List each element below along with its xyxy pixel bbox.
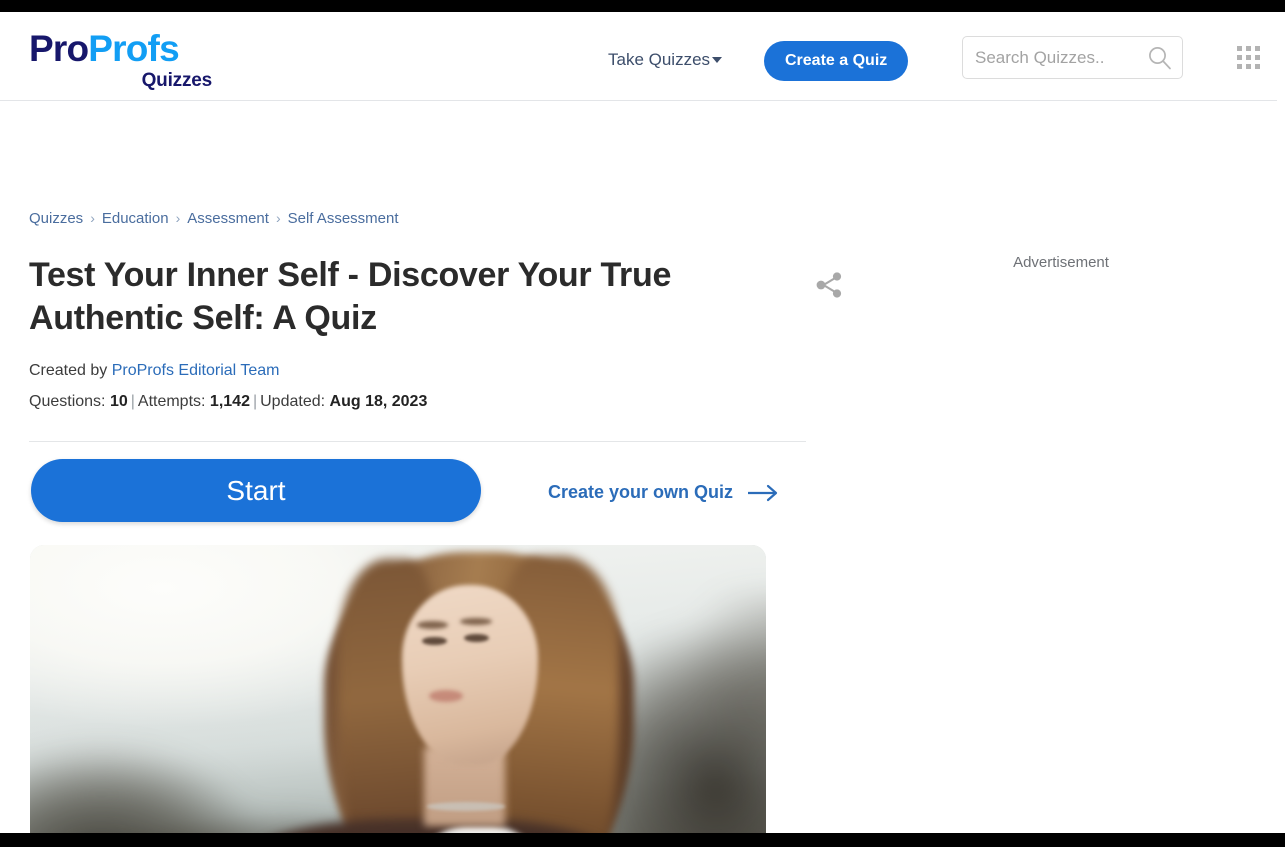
grid-dot <box>1246 46 1251 51</box>
grid-dot <box>1237 64 1242 69</box>
grid-dot <box>1246 64 1251 69</box>
quiz-meta-line: Questions: 10 | Attempts: 1,142 | Updated: A… <box>29 393 427 411</box>
proprofs-logo[interactable]: ProProfs Quizzes <box>29 30 225 90</box>
meta-separator: | <box>130 393 135 410</box>
breadcrumb-separator: › <box>90 210 95 226</box>
breadcrumb-separator: › <box>275 210 281 226</box>
grid-dot <box>1237 46 1242 51</box>
attempts-label: Attempts: <box>137 393 210 410</box>
search-icon[interactable] <box>1147 45 1173 71</box>
breadcrumb-item-assessment[interactable]: Assessment <box>187 210 269 227</box>
site-header: ProProfs Quizzes Take Quizzes Create a Q… <box>0 12 1277 101</box>
chevron-down-icon <box>712 57 723 63</box>
logo-wordmark: ProProfs <box>29 30 225 67</box>
hero-subject-lips <box>428 689 463 702</box>
create-your-own-quiz-label: Create your own Quiz <box>548 482 734 502</box>
main-content: Quizzes › Education › Assessment › Self Assess… <box>0 101 1285 833</box>
attempts-value: 1,142 <box>209 393 250 410</box>
browser-viewport: ProProfs Quizzes Take Quizzes Create a Q… <box>0 0 1285 847</box>
breadcrumb-item-self-assessment[interactable]: Self Assessment <box>288 210 399 227</box>
grid-dot <box>1237 55 1242 60</box>
logo-subtitle: Quizzes <box>141 70 213 91</box>
hero-subject-brow-left <box>417 621 449 629</box>
search-box[interactable] <box>962 36 1183 79</box>
section-divider <box>29 441 806 442</box>
breadcrumb: Quizzes › Education › Assessment › Self Assess… <box>29 210 399 227</box>
page-body: ProProfs Quizzes Take Quizzes Create a Q… <box>0 12 1285 833</box>
create-a-quiz-button[interactable]: Create a Quiz <box>764 41 909 81</box>
breadcrumb-item-quizzes[interactable]: Quizzes <box>29 210 83 227</box>
hero-subject-necklace <box>427 802 505 812</box>
nav-take-quizzes[interactable]: Take Quizzes <box>608 50 723 70</box>
questions-label: Questions: <box>29 393 110 410</box>
updated-label: Updated: <box>260 393 330 410</box>
created-by-prefix: Created by <box>29 362 112 379</box>
grid-dot <box>1246 55 1251 60</box>
created-by-line: Created by ProProfs Editorial Team <box>29 362 280 380</box>
breadcrumb-item-education[interactable]: Education <box>102 210 169 227</box>
arrow-right-icon <box>748 484 778 501</box>
apps-grid-icon[interactable] <box>1237 46 1260 69</box>
top-letterbox-band <box>0 0 1285 12</box>
share-icon[interactable] <box>812 268 846 302</box>
bottom-letterbox-band <box>0 833 1285 847</box>
grid-dot <box>1255 55 1260 60</box>
grid-dot <box>1255 46 1260 51</box>
search-input[interactable] <box>963 37 1138 78</box>
logo-text-profs: Profs <box>88 28 179 69</box>
questions-value: 10 <box>109 393 128 410</box>
author-link[interactable]: ProProfs Editorial Team <box>112 362 280 379</box>
meta-separator: | <box>252 393 258 410</box>
hero-subject-face <box>401 584 538 765</box>
quiz-hero-image <box>30 545 766 833</box>
updated-value: Aug 18, 2023 <box>329 393 428 410</box>
breadcrumb-separator: › <box>175 210 181 226</box>
create-your-own-quiz-link[interactable]: Create your own Quiz <box>548 482 780 503</box>
grid-dot <box>1255 64 1260 69</box>
start-button[interactable]: Start <box>31 459 481 522</box>
nav-take-quizzes-label: Take Quizzes <box>608 50 711 69</box>
logo-text-pro: Pro <box>29 28 89 69</box>
page-title: Test Your Inner Self - Discover Your Tru… <box>29 256 672 337</box>
advertisement-label: Advertisement <box>1013 254 1109 271</box>
